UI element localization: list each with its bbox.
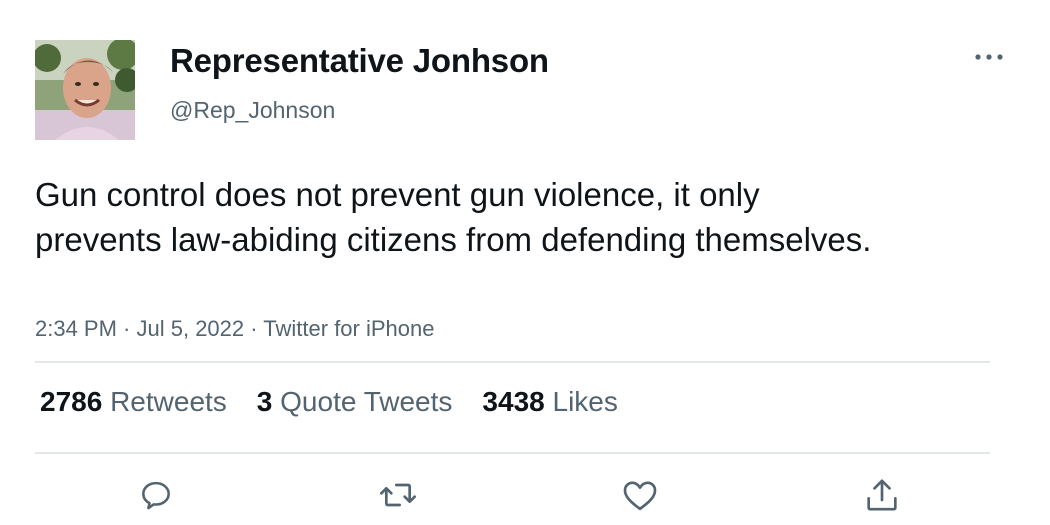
tweet-metadata: 2:34 PM · Jul 5, 2022 · Twitter for iPho… [35,316,434,342]
author-display-name[interactable]: Representative Jonhson [170,42,549,80]
tweet-source[interactable]: Twitter for iPhone [263,316,434,341]
tweet-time[interactable]: 2:34 PM [35,316,117,341]
retweets-label: Retweets [110,386,227,417]
tweet-stats: 2786 Retweets 3 Quote Tweets 3438 Likes [40,386,648,418]
quote-tweets-count: 3 [256,386,273,417]
like-button[interactable] [619,474,661,516]
more-horizontal-icon [975,54,1003,60]
tweet-text: Gun control does not prevent gun violenc… [35,176,872,258]
author-handle[interactable]: @Rep_Johnson [170,97,335,124]
avatar-photo [35,40,135,140]
more-options-button[interactable] [968,44,1010,70]
retweet-icon [380,483,416,507]
quote-tweets-stat[interactable]: 3 Quote Tweets [257,386,453,418]
reply-button[interactable] [135,474,177,516]
retweets-count: 2786 [40,386,103,417]
meta-separator: · [116,316,137,341]
quote-tweets-label: Quote Tweets [280,386,453,417]
likes-label: Likes [552,386,618,417]
tweet-date[interactable]: Jul 5, 2022 [137,316,245,341]
divider [35,452,990,454]
reply-icon [142,481,170,510]
share-icon [867,479,897,511]
share-button[interactable] [861,474,903,516]
divider [35,361,990,363]
heart-icon [623,481,657,511]
retweets-stat[interactable]: 2786 Retweets [40,386,227,418]
likes-stat[interactable]: 3438 Likes [482,386,617,418]
likes-count: 3438 [482,386,545,417]
meta-separator: · [244,316,264,341]
avatar[interactable] [35,40,135,140]
retweet-button[interactable] [377,474,419,516]
